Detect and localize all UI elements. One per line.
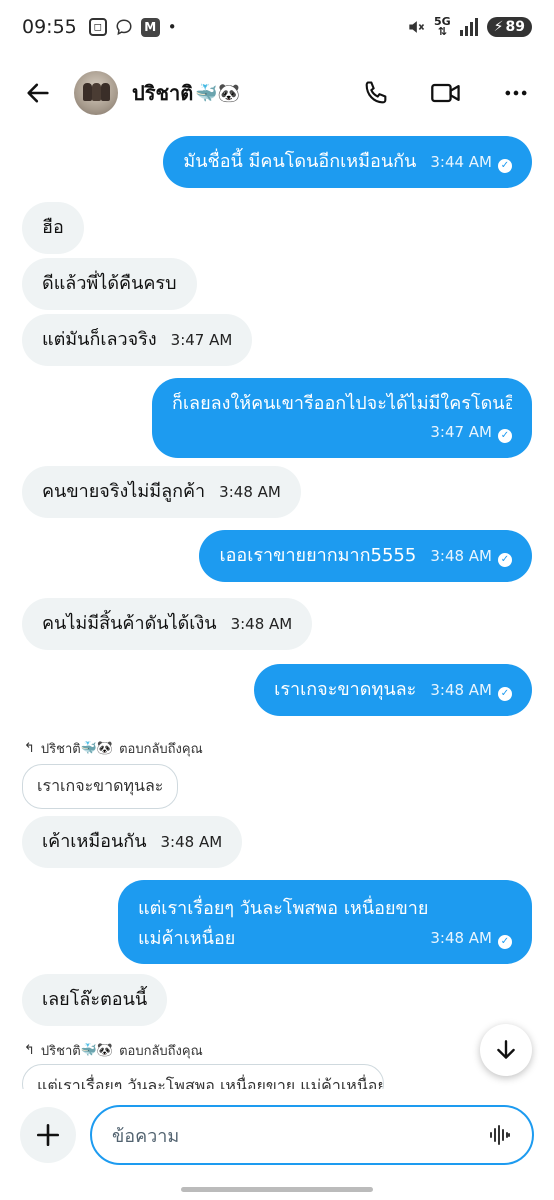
reply-quote[interactable]: เราเกจะขาดทุนละ [22,764,179,809]
plus-icon [36,1123,60,1147]
check-icon: ✓ [498,429,512,443]
battery-level: 89 [505,19,525,35]
charging-icon: ⚡ [493,19,504,35]
arrow-down-icon [497,1040,515,1059]
message-input-placeholder: ข้อความ [112,1125,180,1147]
reply-suffix: ตอบกลับถึงคุณ [119,742,203,757]
arrow-left-icon [27,83,49,103]
home-indicator[interactable] [181,1187,373,1192]
avatar[interactable] [74,71,118,115]
message-outgoing[interactable]: มันชื่อนี้ มีคนโดนอีกเหมือนกัน 3:44 AM ✓ [163,136,532,188]
mail-app-icon: M [140,17,160,37]
message-text: มันชื่อนี้ มีคนโดนอีกเหมือนกัน [183,151,417,172]
scroll-to-bottom-button[interactable] [480,1024,532,1076]
message-text: เลยโล๊ะตอนนี้ [42,989,148,1010]
message-text: เค้าเหมือนกัน [42,831,147,852]
dot-icon: • [167,18,177,36]
call-button[interactable] [358,75,394,111]
message-incoming[interactable]: คนไม่มีสิ้นค้าดันได้เงิน 3:48 AM [22,598,313,650]
waveform-icon[interactable] [488,1123,512,1147]
message-time: 3:44 AM [430,153,492,171]
message-time: 3:47 AM [170,331,233,349]
check-icon: ✓ [498,553,512,567]
signal-icon [459,18,479,36]
reply-arrow-icon: ↰ [24,741,35,756]
message-time: 3:48 AM [230,615,293,633]
composer: ข้อความ [0,1100,554,1170]
message-incoming[interactable]: คนขายจริงไม่มีลูกค้า 3:48 AM [22,466,301,518]
more-horizontal-icon [505,90,527,96]
chat-bubble-icon [115,18,133,36]
message-time: 3:48 AM [219,483,281,501]
battery-indicator: ⚡ 89 [486,17,532,37]
reply-arrow-icon: ↰ [24,1043,35,1058]
check-icon: ✓ [498,935,512,949]
message-time: 3:48 AM [430,681,492,699]
reply-label: ↰ ปริชาติ 🐳🐼 ตอบกลับถึงคุณ [24,738,203,759]
message-list[interactable]: มันชื่อนี้ มีคนโดนอีกเหมือนกัน 3:44 AM ✓ ฮ… [0,124,554,1089]
message-time: 3:48 AM [430,547,492,565]
message-incoming[interactable]: เค้าเหมือนกัน 3:48 AM [22,816,243,868]
status-time: 09:55 [22,16,77,38]
message-text: เออเราขายยากมาก5555 [219,545,417,566]
back-button[interactable] [20,75,56,111]
message-time: 3:47 AM [430,423,492,441]
phone-icon [365,81,387,104]
reply-author: ปริชาติ [40,742,81,757]
video-camera-icon [431,83,460,103]
message-incoming[interactable]: ฮือ [22,202,84,254]
message-incoming[interactable]: ดีแล้วพี่ได้คืนครบ [22,258,197,310]
message-outgoing[interactable]: แต่เราเรื่อยๆ วันละโพสพอ เหนื่อยขาย แม่ค… [118,880,532,964]
conversation-header: ปริชาติ 🐳🐼 [0,62,554,124]
contact-name-emojis: 🐳🐼 [195,82,241,104]
check-icon: ✓ [498,687,512,701]
reply-author-emojis: 🐳🐼 [80,741,114,756]
message-outgoing[interactable]: ก็เลยลงให้คนเขารีออกไปจะได้ไม่มีใครโดนอี… [152,378,532,458]
message-text: เราเกจะขาดทุนละ [274,679,417,700]
network-type: 5G ⇅ [433,15,451,38]
reply-suffix: ตอบกลับถึงคุณ [119,1044,203,1059]
message-text: ก็เลยลงให้คนเขารีออกไปจะได้ไม่มีใครโดนอี… [172,393,512,414]
message-time: 3:48 AM [160,833,223,851]
message-outgoing[interactable]: เออเราขายยากมาก5555 3:48 AM ✓ [199,530,532,582]
message-text: แต่มันก็เลวจริง [42,329,157,350]
check-icon: ✓ [498,159,512,173]
reply-label: ↰ ปริชาติ 🐳🐼 ตอบกลับถึงคุณ [24,1040,203,1061]
message-input[interactable]: ข้อความ [90,1105,534,1165]
reply-author: ปริชาติ [40,1044,81,1059]
message-outgoing[interactable]: เราเกจะขาดทุนละ 3:48 AM ✓ [254,664,532,716]
contact-name[interactable]: ปริชาติ 🐳🐼 [132,77,240,109]
add-attachment-button[interactable] [20,1107,76,1163]
more-options-button[interactable] [498,75,534,111]
video-call-button[interactable] [428,75,464,111]
message-incoming[interactable]: เลยโล๊ะตอนนี้ [22,974,168,1026]
message-time: 3:48 AM [430,929,492,947]
contact-name-text: ปริชาติ [132,81,194,105]
screenshot-icon: ◻ [88,18,107,36]
status-bar: 09:55 ◻ M • 5G ⇅ ⚡ 89 [0,0,554,54]
reply-quote-text: แต่เราเรื่อยๆ วันละโพสพอ เหนื่อยขาย แม่ค… [37,1076,384,1089]
message-text: ฮือ [42,217,64,238]
mute-icon [406,17,426,37]
reply-author-emojis: 🐳🐼 [80,1043,114,1058]
reply-quote[interactable]: แต่เราเรื่อยๆ วันละโพสพอ เหนื่อยขาย แม่ค… [22,1064,384,1089]
message-text: คนไม่มีสิ้นค้าดันได้เงิน [42,613,217,634]
message-text: ดีแล้วพี่ได้คืนครบ [42,273,177,294]
message-text: คนขายจริงไม่มีลูกค้า [42,481,206,502]
reply-quote-text: เราเกจะขาดทุนละ [37,776,164,795]
message-incoming[interactable]: แต่มันก็เลวจริง 3:47 AM [22,314,253,366]
